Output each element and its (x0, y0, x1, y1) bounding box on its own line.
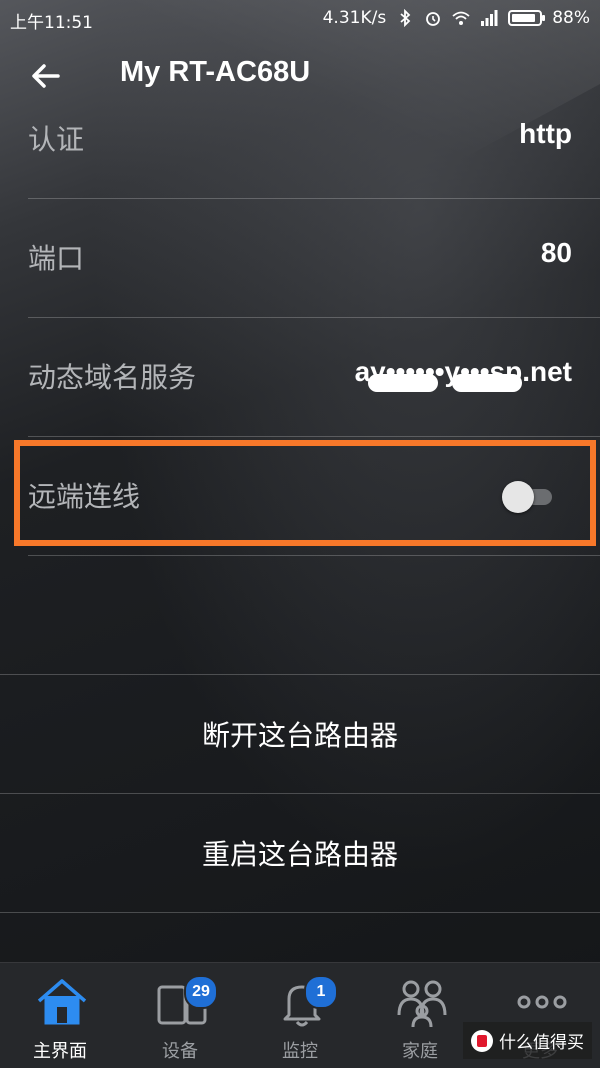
remote-connection-toggle[interactable] (502, 479, 556, 513)
status-bar: 上午11:51 4.31K/s 88% (0, 0, 600, 36)
watermark-text: 什么值得买 (499, 1033, 584, 1053)
setting-remote-row: 远端连线 (28, 437, 600, 556)
setting-label: 动态域名服务 (28, 361, 197, 394)
setting-label: 认证 (28, 123, 85, 156)
signal-icon (481, 10, 498, 26)
nav-label: 设备 (162, 1041, 198, 1062)
battery-level: 88% (552, 8, 590, 28)
more-actions-partial (0, 912, 600, 963)
devices-badge: 29 (184, 975, 218, 1009)
watermark: 什么值得买 (463, 1022, 592, 1059)
bluetooth-icon (400, 9, 411, 27)
watermark-logo-icon (471, 1029, 493, 1052)
setting-ddns-row[interactable]: 动态域名服务 ay••••••y•••sp.net (28, 318, 600, 437)
router-actions: 断开这台路由器 重启这台路由器 (0, 674, 600, 963)
home-icon (37, 979, 87, 1025)
nav-label: 监控 (282, 1041, 318, 1062)
setting-value: http (519, 118, 572, 149)
family-icon (397, 980, 447, 1028)
settings-list: 认证 http 端口 80 动态域名服务 ay••••••y•••sp.net … (0, 80, 600, 556)
alarm-icon (426, 12, 441, 26)
setting-label: 端口 (28, 242, 85, 275)
monitor-badge: 1 (304, 975, 338, 1009)
setting-label: 远端连线 (28, 480, 141, 513)
redaction-mark (368, 374, 438, 392)
toggle-knob (502, 481, 534, 513)
wifi-icon (452, 11, 470, 25)
setting-port-row[interactable]: 端口 80 (28, 199, 600, 318)
setting-value: 80 (540, 237, 572, 268)
more-icon (517, 995, 567, 1009)
network-speed: 4.31K/s (322, 8, 387, 28)
nav-label: 家庭 (402, 1041, 438, 1062)
battery-icon (508, 10, 546, 26)
nav-family[interactable]: 家庭 (360, 963, 480, 1068)
reboot-router-button[interactable]: 重启这台路由器 (0, 793, 600, 912)
disconnect-router-button[interactable]: 断开这台路由器 (0, 674, 600, 793)
status-time: 上午11:51 (10, 13, 93, 33)
nav-devices[interactable]: 29 设备 (120, 963, 240, 1068)
nav-label: 主界面 (33, 1041, 87, 1062)
redaction-mark (452, 374, 522, 392)
nav-monitor[interactable]: 1 监控 (240, 963, 360, 1068)
setting-auth-row[interactable]: 认证 http (28, 80, 600, 199)
nav-home[interactable]: 主界面 (0, 963, 120, 1068)
